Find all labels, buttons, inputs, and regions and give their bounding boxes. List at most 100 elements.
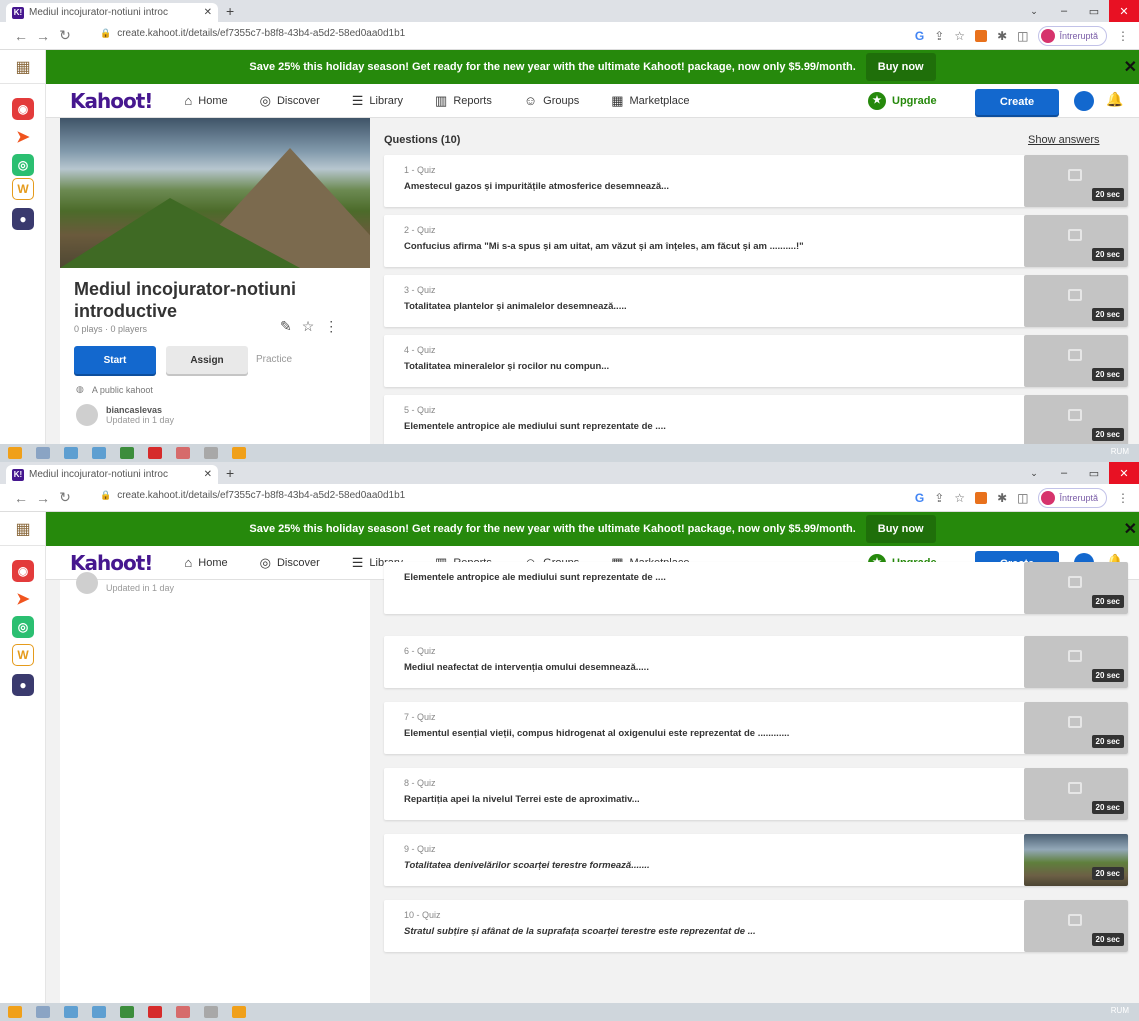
taskbar-app-icon[interactable] — [64, 1006, 78, 1018]
browser-tab[interactable]: K! Mediul incojurator-notiuni introc ✕ — [6, 465, 218, 484]
question-card[interactable]: 9 - Quiz Totalitatea denivelărilor scoarț… — [384, 834, 1128, 886]
forward-icon[interactable]: → — [32, 490, 54, 506]
extension-icon[interactable] — [975, 492, 988, 504]
taskbar-app-icon[interactable] — [8, 1006, 22, 1018]
nav-home[interactable]: ⌂ Home — [184, 93, 227, 108]
app-icon-chat[interactable]: ◎ — [12, 616, 34, 638]
taskbar-app-icon[interactable] — [8, 447, 22, 459]
google-translate-icon[interactable]: G — [915, 491, 924, 505]
nav-reports[interactable]: ▥ Reports — [435, 93, 492, 109]
tab-search-icon[interactable]: ⌄ — [1019, 462, 1049, 484]
user-avatar[interactable] — [1074, 91, 1094, 111]
tab-close-icon[interactable]: ✕ — [204, 7, 212, 18]
taskbar-app-icon[interactable] — [176, 447, 190, 459]
start-button[interactable]: Start — [74, 346, 156, 374]
favorite-star-icon[interactable]: ☆ — [302, 318, 315, 335]
taskbar-chrome-icon[interactable] — [120, 1006, 134, 1018]
forward-icon[interactable]: → — [32, 28, 54, 44]
taskbar-app-icon[interactable] — [64, 447, 78, 459]
bell-icon[interactable]: 🔔 — [1106, 91, 1123, 108]
app-icon-chat[interactable]: ◎ — [12, 154, 34, 176]
taskbar-app-icon[interactable] — [204, 447, 218, 459]
question-card[interactable]: 10 - Quiz Stratul subțire și afânat de la… — [384, 900, 1128, 952]
question-card[interactable]: 6 - Quiz Mediul neafectat de intervenția … — [384, 636, 1128, 688]
puzzle-icon[interactable]: ✱ — [997, 29, 1007, 43]
window-close-icon[interactable]: ✕ — [1109, 462, 1139, 484]
owner-row[interactable]: biancaslevas Updated in 1 day — [76, 404, 174, 426]
back-icon[interactable]: ← — [10, 28, 32, 44]
google-translate-icon[interactable]: G — [915, 29, 924, 43]
puzzle-icon[interactable]: ✱ — [997, 491, 1007, 505]
app-icon-red[interactable]: ◉ — [12, 560, 34, 582]
question-card[interactable]: 7 - Quiz Elementul esențial vieții, compu… — [384, 702, 1128, 754]
assign-button[interactable]: Assign — [166, 346, 248, 374]
sidebar-toggle-icon[interactable]: ◫ — [1017, 29, 1028, 43]
profile-button[interactable]: Întreruptă — [1038, 488, 1107, 508]
question-card[interactable]: 5 - Quiz Elementele antropice ale mediulu… — [384, 395, 1128, 447]
taskbar-opera-icon[interactable] — [148, 1006, 162, 1018]
edit-icon[interactable]: ✎ — [280, 318, 292, 335]
nav-discover[interactable]: ◎ Discover — [260, 555, 320, 571]
upgrade-link[interactable]: ★ Upgrade — [868, 91, 937, 110]
nav-marketplace[interactable]: ▦ Marketplace — [611, 93, 689, 109]
new-tab-icon[interactable]: + — [226, 3, 234, 19]
taskbar-app-icon[interactable] — [36, 447, 50, 459]
maximize-icon[interactable]: ▭ — [1079, 0, 1109, 22]
question-card[interactable]: Elementele antropice ale mediului sunt r… — [384, 562, 1128, 614]
taskbar-app-icon[interactable] — [92, 1006, 106, 1018]
profile-button[interactable]: Întreruptă — [1038, 26, 1107, 46]
tray-language[interactable]: RUM — [1111, 447, 1129, 459]
app-icon-arrow[interactable]: ➤ — [12, 126, 34, 148]
share-icon[interactable]: ⇪ — [934, 491, 944, 505]
nav-home[interactable]: ⌂ Home — [184, 555, 227, 570]
app-icon-w[interactable]: W — [12, 178, 34, 200]
reload-icon[interactable]: ↻ — [54, 27, 76, 44]
bookmark-star-icon[interactable]: ☆ — [954, 29, 965, 43]
taskbar-app-icon[interactable] — [36, 1006, 50, 1018]
gift-icon[interactable]: ▦ — [0, 512, 46, 546]
more-options-icon[interactable]: ⋮ — [324, 318, 338, 335]
tab-close-icon[interactable]: ✕ — [204, 469, 212, 480]
buy-now-button[interactable]: Buy now — [865, 53, 936, 81]
practice-button[interactable]: Practice — [256, 354, 292, 365]
url-field[interactable]: 🔒 create.kahoot.it/details/ef7355c7-b8f8… — [100, 28, 405, 39]
nav-discover[interactable]: ◎ Discover — [260, 93, 320, 109]
create-button[interactable]: Create — [975, 89, 1059, 115]
kahoot-logo[interactable]: Kahoot! — [70, 89, 153, 113]
back-icon[interactable]: ← — [10, 490, 32, 506]
minimize-icon[interactable]: – — [1049, 0, 1079, 22]
extension-icon[interactable] — [975, 30, 988, 42]
menu-icon[interactable]: ⋮ — [1117, 29, 1129, 43]
taskbar-app-icon[interactable] — [232, 1006, 246, 1018]
nav-library[interactable]: ☰ Library — [352, 93, 403, 109]
question-card[interactable]: 3 - Quiz Totalitatea plantelor și animale… — [384, 275, 1128, 327]
taskbar-app-icon[interactable] — [204, 1006, 218, 1018]
buy-now-button[interactable]: Buy now — [865, 515, 936, 543]
new-tab-icon[interactable]: + — [226, 465, 234, 481]
app-icon-w[interactable]: W — [12, 644, 34, 666]
app-icon-arrow[interactable]: ➤ — [12, 588, 34, 610]
maximize-icon[interactable]: ▭ — [1079, 462, 1109, 484]
question-card[interactable]: 1 - Quiz Amestecul gazos și impuritățile … — [384, 155, 1128, 207]
taskbar-chrome-icon[interactable] — [120, 447, 134, 459]
owner-row[interactable]: Updated in 1 day — [76, 572, 174, 594]
app-icon-bot[interactable]: ● — [12, 208, 34, 230]
tab-search-icon[interactable]: ⌄ — [1019, 0, 1049, 22]
share-icon[interactable]: ⇪ — [934, 29, 944, 43]
kahoot-logo[interactable]: Kahoot! — [70, 551, 153, 575]
question-card[interactable]: 4 - Quiz Totalitatea mineralelor și rocil… — [384, 335, 1128, 387]
nav-groups[interactable]: ☺ Groups — [524, 93, 579, 108]
question-card[interactable]: 2 - Quiz Confucius afirma "Mi s-a spus și… — [384, 215, 1128, 267]
app-icon-bot[interactable]: ● — [12, 674, 34, 696]
taskbar-opera-icon[interactable] — [148, 447, 162, 459]
app-icon-red[interactable]: ◉ — [12, 98, 34, 120]
question-card[interactable]: 8 - Quiz Repartiția apei la nivelul Terre… — [384, 768, 1128, 820]
gift-icon[interactable]: ▦ — [0, 50, 46, 84]
banner-close-icon[interactable]: ✕ — [1124, 519, 1137, 539]
bookmark-star-icon[interactable]: ☆ — [954, 491, 965, 505]
sidebar-toggle-icon[interactable]: ◫ — [1017, 491, 1028, 505]
tray-language[interactable]: RUM — [1111, 1006, 1129, 1018]
show-answers-link[interactable]: Show answers — [1028, 134, 1100, 146]
taskbar-app-icon[interactable] — [92, 447, 106, 459]
url-field[interactable]: 🔒 create.kahoot.it/details/ef7355c7-b8f8… — [100, 490, 405, 501]
